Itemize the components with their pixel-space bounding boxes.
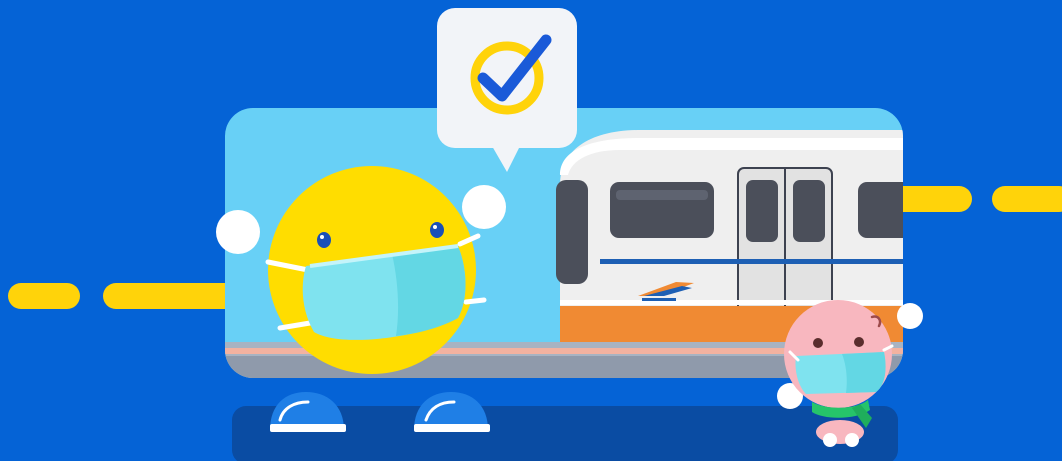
mascot-hand-right: [462, 185, 506, 229]
train-door-window: [793, 180, 825, 242]
dash-left-1: [8, 283, 80, 309]
mascot-hand-left: [216, 210, 260, 254]
train-front-window: [556, 180, 588, 284]
speech-bubble: [437, 8, 577, 172]
baby-hand-right: [897, 303, 923, 329]
train-door-window: [746, 180, 778, 242]
dash-left-2: [103, 283, 243, 309]
dash-right-2: [992, 186, 1062, 212]
illustration-scene: [0, 0, 1062, 461]
